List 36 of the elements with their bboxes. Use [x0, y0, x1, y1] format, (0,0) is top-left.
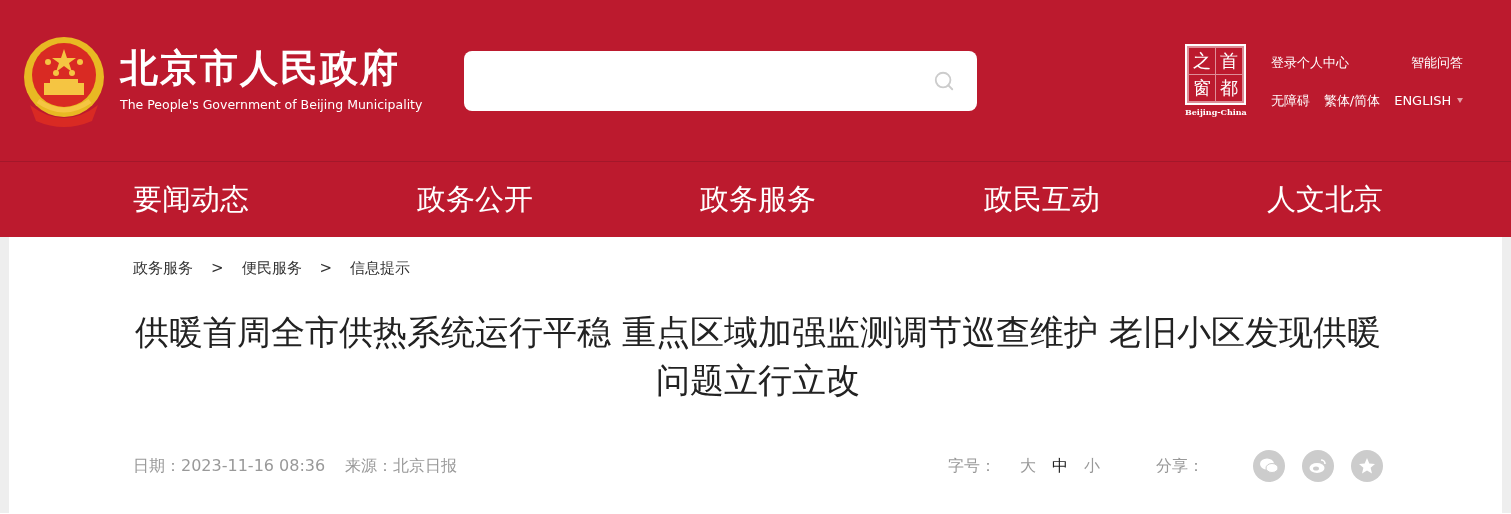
nav-item[interactable]: 政务公开 [416, 179, 533, 220]
article-source: 来源：北京日报 [345, 455, 458, 477]
font-size-label: 字号： [948, 455, 996, 477]
breadcrumb-link[interactable]: 便民服务 [241, 259, 302, 278]
breadcrumb-separator: > [319, 259, 333, 278]
search-icon [933, 69, 955, 92]
logo-character: 首 [1216, 48, 1243, 74]
share-label: 分享： [1156, 455, 1204, 477]
article-date: 日期：2023-11-16 08:36 [133, 455, 326, 477]
chat-bubbles-icon [1260, 458, 1278, 474]
header-link[interactable]: ENGLISH [1394, 93, 1464, 108]
breadcrumb-link[interactable]: 信息提示 [350, 259, 411, 278]
header-link[interactable]: 登录个人中心 [1270, 53, 1349, 72]
header-link[interactable]: 无障碍 [1270, 91, 1310, 110]
logo-character: 都 [1216, 75, 1243, 101]
nav-item[interactable]: 政民互动 [983, 179, 1100, 220]
breadcrumb-link[interactable]: 政务服务 [133, 259, 193, 278]
site-title: 北京市人民政府 [120, 49, 401, 87]
logo-character: 窗 [1189, 75, 1216, 101]
favorite-share-button[interactable] [1351, 450, 1383, 482]
logo-caption: Beijing-China [1185, 107, 1247, 117]
article-title: 供暖首周全市供热系统运行平稳 重点区域加强监测调节巡查维护 老旧小区发现供暖问题立行立改 [134, 311, 1382, 402]
weibo-share-button[interactable] [1302, 450, 1334, 482]
search-field[interactable] [464, 50, 977, 111]
site-subtitle: The People's Government of Beijing Municipality [120, 97, 423, 112]
font-size-option[interactable]: 中 [1052, 455, 1068, 477]
breadcrumb-separator: > [211, 259, 224, 278]
wechat-share-button[interactable] [1253, 450, 1285, 482]
header-link[interactable]: 繁体/简体 [1323, 91, 1381, 110]
nav-item[interactable]: 要闻动态 [133, 179, 249, 220]
star-icon [1358, 457, 1376, 475]
nav-item[interactable]: 政务服务 [700, 179, 816, 220]
logo-character: 之 [1189, 48, 1216, 74]
header-link[interactable]: 智能问答 [1410, 53, 1463, 72]
weibo-icon [1309, 458, 1327, 474]
nav-item[interactable]: 人文北京 [1267, 179, 1383, 220]
